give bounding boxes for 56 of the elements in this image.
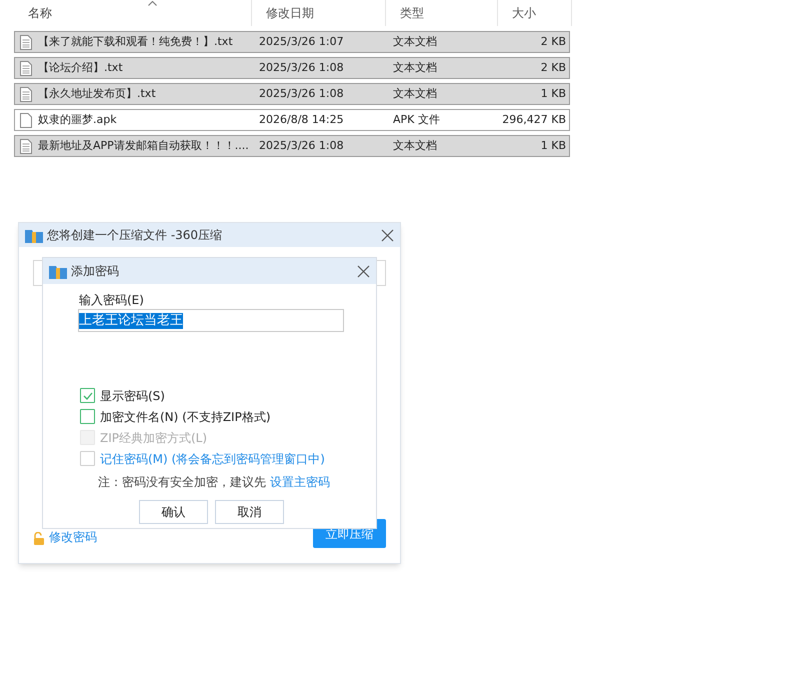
file-type: 文本文档 [392, 60, 438, 76]
checkbox[interactable] [80, 388, 95, 403]
file-size: 2 KB [540, 60, 567, 76]
column-header[interactable]: 名称 [28, 4, 52, 22]
file-type: APK 文件 [392, 112, 441, 128]
security-note: 注：密码没有安全加密，建议先 设置主密码 [98, 474, 331, 491]
file-size: 296,427 KB [501, 112, 567, 128]
file-row[interactable]: 奴隶的噩梦.apk 2026/8/8 14:25 APK 文件 296,427 KB [14, 109, 570, 131]
checkbox[interactable] [80, 451, 95, 466]
file-type: 文本文档 [392, 86, 438, 102]
close-icon[interactable] [381, 228, 394, 242]
file-row[interactable]: 最新地址及APP请发邮箱自动获取！！！.... 2025/3/26 1:08 文本文档 1 KB [14, 135, 570, 157]
document-icon [20, 138, 32, 154]
option-label: 显示密码(S) [100, 388, 165, 404]
password-field[interactable]: 上老王论坛当老王 [78, 309, 344, 332]
file-size: 1 KB [540, 138, 567, 154]
option-label: 记住密码(M) (将会备忘到密码管理窗口中) [100, 450, 325, 468]
file-type: 文本文档 [392, 138, 438, 154]
set-master-password-link[interactable]: 设置主密码 [270, 475, 330, 489]
modified-date: 2025/3/26 1:08 [258, 60, 345, 76]
option-label: 加密文件名(N) (不支持ZIP格式) [100, 408, 271, 426]
option-label: ZIP经典加密方式(L) [100, 430, 208, 446]
archive-icon [49, 264, 67, 278]
archive-icon [25, 228, 43, 242]
file-row[interactable]: 【来了就能下载和观看！纯免费！】.txt 2025/3/26 1:07 文本文档 2 KB [14, 31, 570, 53]
password-label: 输入密码(E) [79, 292, 145, 309]
modified-date: 2025/3/26 1:07 [258, 34, 345, 50]
close-icon[interactable] [357, 264, 370, 278]
document-icon [20, 86, 32, 102]
column-header[interactable]: 类型 [400, 4, 424, 22]
file-row[interactable]: 【永久地址发布页】.txt 2025/3/26 1:08 文本文档 1 KB [14, 83, 570, 105]
file-row[interactable]: 【论坛介绍】.txt 2025/3/26 1:08 文本文档 2 KB [14, 57, 570, 79]
column-header[interactable]: 修改日期 [266, 4, 314, 22]
dialog-button[interactable]: 确认 [139, 500, 208, 524]
document-icon [20, 60, 32, 76]
column-header[interactable]: 大小 [512, 4, 536, 22]
document-icon [20, 112, 32, 128]
window-title: 您将创建一个压缩文件 -360压缩 [47, 227, 224, 244]
modified-date: 2025/3/26 1:08 [258, 138, 345, 154]
file-name: 奴隶的噩梦.apk [38, 112, 117, 128]
file-name: 【永久地址发布页】.txt [38, 86, 156, 102]
file-name: 【来了就能下载和观看！纯免费！】.txt [38, 34, 233, 50]
modified-date: 2025/3/26 1:08 [258, 86, 345, 102]
lock-icon [33, 532, 45, 545]
modified-date: 2026/8/8 14:25 [258, 112, 345, 128]
file-size: 2 KB [540, 34, 567, 50]
dialog-button[interactable]: 取消 [215, 500, 284, 524]
check-icon [82, 392, 92, 400]
file-size: 1 KB [540, 86, 567, 102]
document-icon [20, 34, 32, 50]
file-name: 最新地址及APP请发邮箱自动获取！！！.... [38, 138, 249, 154]
file-type: 文本文档 [392, 34, 438, 50]
change-password-link[interactable]: 修改密码 [49, 528, 97, 546]
window-title: 添加密码 [71, 263, 120, 280]
file-name: 【论坛介绍】.txt [38, 60, 123, 76]
checkbox[interactable] [80, 409, 95, 424]
